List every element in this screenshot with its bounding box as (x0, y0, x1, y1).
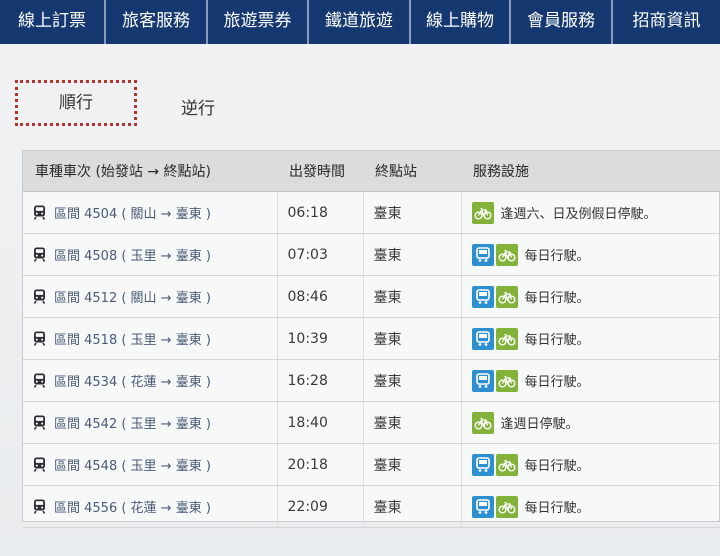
train-cell: 區間 4534 ( 花蓮 → 臺東 ) (23, 359, 278, 402)
bicycle-icon (495, 285, 518, 308)
train-icon (33, 499, 46, 514)
terminal-station: 臺東 (363, 233, 462, 276)
timetable-body: 區間 4504 ( 關山 → 臺東 ) 06:18 臺東 逢週六、日及例假日停駛。 區間… (23, 191, 720, 528)
service-note: 每日行駛。 (524, 375, 590, 390)
nav-item-member-service[interactable]: 會員服務 (511, 0, 613, 44)
timetable-header: 車種車次 (始發站 → 終點站) 出發時間 終點站 服務設施 (23, 151, 720, 192)
nav-item-business-info[interactable]: 招商資訊 (613, 0, 720, 44)
train-cell: 區間 4508 ( 玉里 → 臺東 ) (23, 233, 278, 276)
departure-time: 20:18 (277, 443, 364, 486)
table-row: 區間 4556 ( 花蓮 → 臺東 ) 22:09 臺東 每日行駛。 (23, 485, 720, 528)
departure-time: 06:18 (277, 191, 364, 234)
nav-item-rail-travel[interactable]: 鐵道旅遊 (309, 0, 411, 44)
services-cell: 每日行駛。 (461, 443, 720, 486)
terminal-station: 臺東 (363, 485, 462, 528)
service-note: 每日行駛。 (524, 501, 590, 516)
tab-reverse-direction[interactable]: 逆行 (181, 94, 215, 119)
departure-time: 22:09 (277, 485, 364, 528)
accessible-icon (471, 243, 494, 266)
services-cell: 每日行駛。 (461, 485, 720, 528)
terminal-station: 臺東 (363, 359, 462, 402)
terminal-station: 臺東 (363, 401, 462, 444)
accessible-icon (471, 369, 494, 392)
table-row: 區間 4504 ( 關山 → 臺東 ) 06:18 臺東 逢週六、日及例假日停駛。 (23, 191, 720, 234)
table-row: 區間 4512 ( 關山 → 臺東 ) 08:46 臺東 每日行駛。 (23, 275, 720, 318)
table-row: 區間 4508 ( 玉里 → 臺東 ) 07:03 臺東 每日行駛。 (23, 233, 720, 276)
table-row: 區間 4518 ( 玉里 → 臺東 ) 10:39 臺東 每日行駛。 (23, 317, 720, 360)
accessible-icon (471, 327, 494, 350)
train-icon (33, 289, 46, 304)
header-departure-time: 出發時間 (277, 151, 363, 192)
bicycle-icon (495, 327, 518, 350)
train-cell: 區間 4556 ( 花蓮 → 臺東 ) (23, 485, 278, 528)
timetable: 車種車次 (始發站 → 終點站) 出發時間 終點站 服務設施 區間 4504 (… (22, 150, 720, 528)
bicycle-icon (471, 201, 494, 224)
bicycle-icon (471, 411, 494, 434)
nav-item-passenger-service[interactable]: 旅客服務 (106, 0, 208, 44)
service-note: 每日行駛。 (524, 333, 590, 348)
top-navigation: 線上訂票 旅客服務 旅遊票券 鐵道旅遊 線上購物 會員服務 招商資訊 (0, 0, 720, 44)
timetable-table: 車種車次 (始發站 → 終點站) 出發時間 終點站 服務設施 區間 4504 (… (23, 151, 720, 528)
train-link[interactable]: 區間 4512 ( 關山 → 臺東 ) (54, 287, 211, 306)
departure-time: 10:39 (277, 317, 364, 360)
nav-item-online-booking[interactable]: 線上訂票 (0, 0, 106, 44)
header-train: 車種車次 (始發站 → 終點站) (23, 151, 277, 192)
table-row: 區間 4548 ( 玉里 → 臺東 ) 20:18 臺東 每日行駛。 (23, 443, 720, 486)
accessible-icon (471, 285, 494, 308)
train-link[interactable]: 區間 4508 ( 玉里 → 臺東 ) (54, 245, 211, 264)
train-cell: 區間 4542 ( 玉里 → 臺東 ) (23, 401, 278, 444)
bicycle-icon (495, 243, 518, 266)
table-row: 區間 4534 ( 花蓮 → 臺東 ) 16:28 臺東 每日行駛。 (23, 359, 720, 402)
train-cell: 區間 4548 ( 玉里 → 臺東 ) (23, 443, 278, 486)
services-cell: 每日行駛。 (461, 233, 720, 276)
train-cell: 區間 4504 ( 關山 → 臺東 ) (23, 191, 278, 234)
train-icon (33, 331, 46, 346)
bicycle-icon (495, 369, 518, 392)
service-note: 每日行駛。 (524, 291, 590, 306)
terminal-station: 臺東 (363, 275, 462, 318)
train-link[interactable]: 區間 4542 ( 玉里 → 臺東 ) (54, 413, 211, 432)
train-icon (33, 457, 46, 472)
header-services: 服務設施 (461, 151, 720, 192)
page: 線上訂票 旅客服務 旅遊票券 鐵道旅遊 線上購物 會員服務 招商資訊 順行 逆行… (0, 0, 720, 556)
table-row: 區間 4542 ( 玉里 → 臺東 ) 18:40 臺東 逢週日停駛。 (23, 401, 720, 444)
train-link[interactable]: 區間 4518 ( 玉里 → 臺東 ) (54, 329, 211, 348)
train-icon (33, 205, 46, 220)
accessible-icon (471, 495, 494, 518)
service-note: 每日行駛。 (524, 249, 590, 264)
tab-forward-direction[interactable]: 順行 (15, 80, 137, 126)
train-cell: 區間 4512 ( 關山 → 臺東 ) (23, 275, 278, 318)
services-cell: 每日行駛。 (461, 317, 720, 360)
service-note: 每日行駛。 (524, 459, 590, 474)
nav-item-online-shopping[interactable]: 線上購物 (411, 0, 511, 44)
header-terminal-station: 終點站 (363, 151, 461, 192)
service-note: 逢週六、日及例假日停駛。 (500, 207, 657, 222)
bicycle-icon (495, 495, 518, 518)
nav-item-travel-tickets[interactable]: 旅遊票券 (208, 0, 309, 44)
train-icon (33, 373, 46, 388)
train-cell: 區間 4518 ( 玉里 → 臺東 ) (23, 317, 278, 360)
departure-time: 08:46 (277, 275, 364, 318)
terminal-station: 臺東 (363, 317, 462, 360)
accessible-icon (471, 453, 494, 476)
services-cell: 逢週六、日及例假日停駛。 (461, 191, 720, 234)
train-icon (33, 415, 46, 430)
departure-time: 07:03 (277, 233, 364, 276)
departure-time: 18:40 (277, 401, 364, 444)
train-link[interactable]: 區間 4534 ( 花蓮 → 臺東 ) (54, 371, 211, 390)
train-link[interactable]: 區間 4504 ( 關山 → 臺東 ) (54, 203, 211, 222)
services-cell: 逢週日停駛。 (461, 401, 720, 444)
train-link[interactable]: 區間 4556 ( 花蓮 → 臺東 ) (54, 497, 211, 516)
terminal-station: 臺東 (363, 443, 462, 486)
train-icon (33, 247, 46, 262)
services-cell: 每日行駛。 (461, 359, 720, 402)
bicycle-icon (495, 453, 518, 476)
terminal-station: 臺東 (363, 191, 462, 234)
departure-time: 16:28 (277, 359, 364, 402)
service-note: 逢週日停駛。 (500, 417, 579, 432)
services-cell: 每日行駛。 (461, 275, 720, 318)
train-link[interactable]: 區間 4548 ( 玉里 → 臺東 ) (54, 455, 211, 474)
